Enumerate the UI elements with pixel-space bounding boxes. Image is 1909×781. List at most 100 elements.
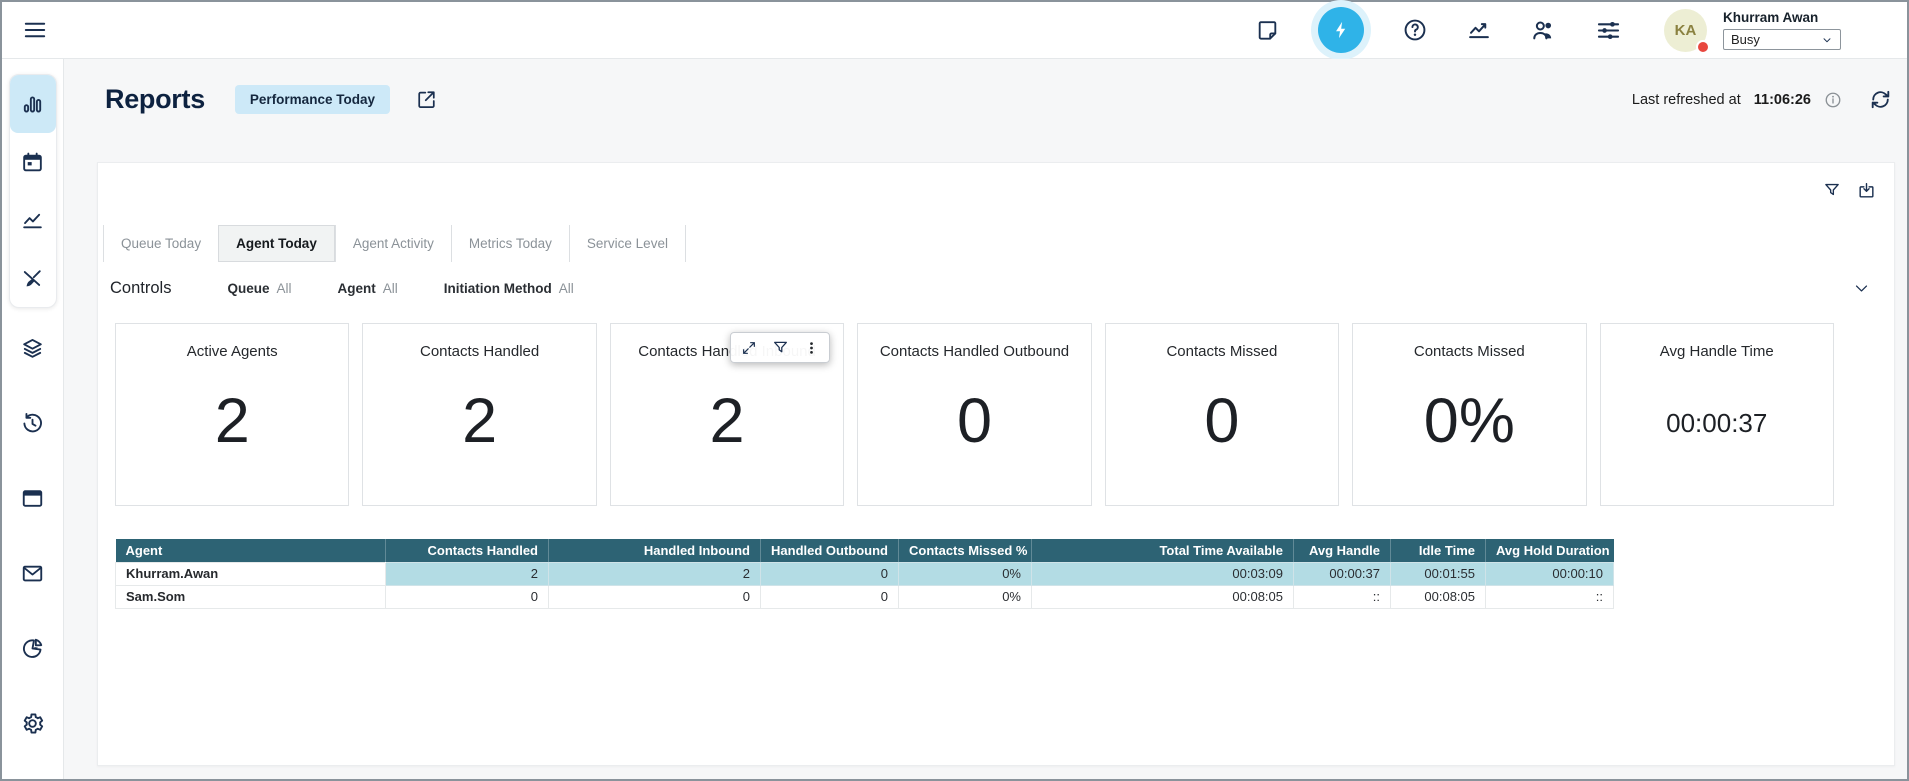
table-cell: ::: [1486, 585, 1614, 608]
pie-chart-icon: [20, 636, 45, 661]
tab-queue-today[interactable]: Queue Today: [103, 225, 218, 262]
col-header-agent[interactable]: Agent: [116, 539, 386, 562]
mail-icon: [20, 561, 45, 586]
last-refreshed-time: 11:06:26: [1754, 92, 1811, 108]
table-row: Khurram.Awan 2 2 0 0% 00:03:09 00:00:37 …: [116, 562, 1614, 585]
browser-window-icon: [20, 486, 45, 511]
sidebar-rail: [20, 336, 45, 736]
kpi-value: 2: [611, 390, 843, 453]
sidebar-item-browser[interactable]: [20, 486, 45, 511]
table-cell: 2: [549, 562, 761, 585]
status-value: Busy: [1731, 32, 1760, 47]
table-cell: 0: [761, 562, 899, 585]
filter-icon[interactable]: [1823, 181, 1841, 200]
report-badge[interactable]: Performance Today: [235, 85, 390, 114]
table-header-row: Agent Contacts Handled Handled Inbound H…: [116, 539, 1614, 562]
hamburger-menu-icon[interactable]: [22, 17, 48, 43]
filter-initiation-value: All: [559, 281, 574, 296]
table-cell: ::: [1294, 585, 1391, 608]
kpi-title: Contacts Handled: [363, 343, 595, 360]
filter-queue[interactable]: QueueAll: [227, 281, 291, 296]
avatar[interactable]: KA: [1664, 9, 1707, 52]
external-link-icon[interactable]: [415, 88, 438, 111]
sidebar-item-pie[interactable]: [20, 636, 45, 661]
status-select[interactable]: Busy: [1723, 29, 1841, 50]
expand-icon[interactable]: [741, 340, 757, 356]
app-window: KA Khurram Awan Busy: [0, 0, 1909, 781]
tab-agent-activity[interactable]: Agent Activity: [335, 225, 451, 262]
agent-name-cell: Sam.Som: [116, 585, 386, 608]
kpi-value: 0: [1106, 390, 1338, 453]
table-row: Sam.Som 0 0 0 0% 00:08:05 :: 00:08:05 ::: [116, 585, 1614, 608]
agent-name-cell: Khurram.Awan: [116, 562, 386, 585]
col-header-avg-handle[interactable]: Avg Handle: [1294, 539, 1391, 562]
sidebar-nav-group: [9, 74, 57, 308]
col-header-avg-hold-duration[interactable]: Avg Hold Duration: [1486, 539, 1614, 562]
report-panel: Queue Today Agent Today Agent Activity M…: [97, 162, 1895, 766]
download-icon[interactable]: [1857, 181, 1876, 200]
sidebar-item-design[interactable]: [10, 249, 56, 307]
help-icon[interactable]: [1402, 17, 1428, 43]
last-refreshed-label: Last refreshed at: [1632, 92, 1741, 108]
sidebar-item-analytics[interactable]: [10, 191, 56, 249]
history-icon: [20, 411, 45, 436]
line-chart-icon: [20, 208, 45, 233]
filter-agent-value: All: [383, 281, 398, 296]
filter-icon[interactable]: [772, 339, 789, 356]
kpi-title: Avg Handle Time: [1601, 343, 1833, 360]
col-header-contacts-missed[interactable]: Contacts Missed %: [899, 539, 1032, 562]
note-icon[interactable]: [1255, 18, 1280, 43]
kpi-card-contacts-handled: Contacts Handled 2: [362, 323, 596, 506]
collapse-chevron-icon[interactable]: [1853, 280, 1870, 297]
table-cell: 00:03:09: [1032, 562, 1294, 585]
filter-agent[interactable]: Agent All: [337, 281, 397, 296]
tab-metrics-today[interactable]: Metrics Today: [451, 225, 569, 262]
tab-service-level[interactable]: Service Level: [569, 225, 686, 262]
kpi-card-contacts-missed-pct: Contacts Missed 0%: [1352, 323, 1586, 506]
col-header-idle-time[interactable]: Idle Time: [1391, 539, 1486, 562]
sidebar-item-mail[interactable]: [20, 561, 45, 586]
info-icon[interactable]: [1824, 91, 1842, 109]
sidebar-item-reports[interactable]: [10, 75, 56, 133]
page-header: Reports Performance Today Last refreshed…: [105, 84, 1893, 115]
line-chart-icon[interactable]: [1466, 17, 1492, 43]
table-cell: 2: [386, 562, 549, 585]
tab-agent-today[interactable]: Agent Today: [218, 225, 335, 262]
kpi-title: Contacts Handled Outbound: [858, 343, 1090, 360]
table-cell: 0%: [899, 585, 1032, 608]
refresh-icon[interactable]: [1868, 87, 1893, 112]
people-icon[interactable]: [1530, 17, 1557, 44]
kpi-value: 00:00:37: [1601, 410, 1833, 436]
bar-chart-icon: [20, 92, 45, 117]
filter-queue-value: All: [276, 281, 291, 296]
col-header-total-time-available[interactable]: Total Time Available: [1032, 539, 1294, 562]
sidebar-item-history[interactable]: [20, 411, 45, 436]
agent-table: Agent Contacts Handled Handled Inbound H…: [115, 539, 1614, 609]
user-name: Khurram Awan: [1723, 10, 1841, 25]
col-header-handled-outbound[interactable]: Handled Outbound: [761, 539, 899, 562]
report-tabs: Queue Today Agent Today Agent Activity M…: [103, 225, 1894, 262]
presence-dot: [1696, 40, 1710, 54]
kpi-card-avg-handle-time: Avg Handle Time 00:00:37: [1600, 323, 1834, 506]
kpi-title: Active Agents: [116, 343, 348, 360]
kpi-cards: Active Agents 2 Contacts Handled 2 Conta…: [115, 323, 1834, 506]
table-cell: 0: [761, 585, 899, 608]
kpi-value: 2: [363, 390, 595, 453]
col-header-contacts-handled[interactable]: Contacts Handled: [386, 539, 549, 562]
table-cell: 00:00:10: [1486, 562, 1614, 585]
sliders-icon[interactable]: [1595, 17, 1622, 44]
table-cell: 0%: [899, 562, 1032, 585]
sidebar-item-schedule[interactable]: [10, 133, 56, 191]
kebab-icon[interactable]: [804, 340, 819, 356]
lightning-icon[interactable]: [1318, 7, 1364, 53]
sidebar-item-layers[interactable]: [20, 336, 45, 361]
kpi-title: Contacts Missed: [1106, 343, 1338, 360]
col-header-handled-inbound[interactable]: Handled Inbound: [549, 539, 761, 562]
table-cell: 00:01:55: [1391, 562, 1486, 585]
filter-initiation-method[interactable]: Initiation MethodAll: [444, 281, 574, 296]
kpi-value: 0%: [1353, 390, 1585, 453]
filter-agent-label: Agent: [337, 281, 375, 296]
chevron-down-icon: [1821, 34, 1833, 46]
panel-tools: [1823, 181, 1876, 200]
sidebar-item-settings[interactable]: [20, 711, 45, 736]
